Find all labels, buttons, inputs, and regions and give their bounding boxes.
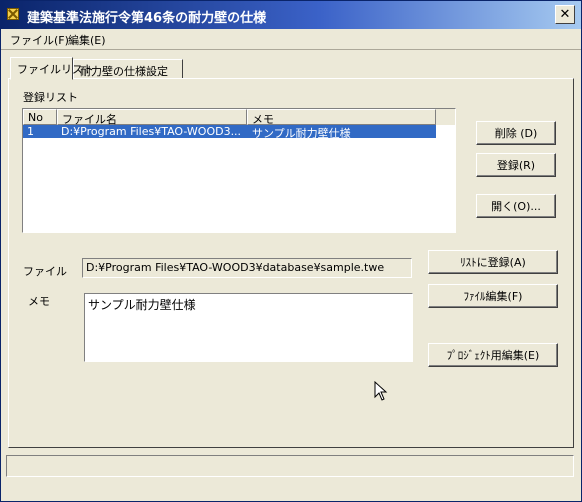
tab-file-list[interactable]: ファイルリスト bbox=[10, 57, 94, 80]
status-bar bbox=[6, 455, 574, 477]
open-button[interactable]: 開く(O)... bbox=[476, 194, 556, 218]
edit-file-button[interactable]: ﾌｧｲﾙ編集(F) bbox=[428, 284, 558, 308]
list-header: No ファイル名 メモ bbox=[23, 109, 455, 126]
column-header-no[interactable]: No bbox=[23, 109, 57, 125]
close-button[interactable]: ✕ bbox=[555, 5, 575, 24]
memo-textarea[interactable]: サンプル耐力壁仕様 bbox=[84, 293, 413, 362]
window-title: 建築基準法施行令第46条の耐力壁の仕様 bbox=[27, 11, 267, 26]
project-edit-button[interactable]: ﾌﾟﾛｼﾞｪｸﾄ用編集(E) bbox=[428, 343, 558, 367]
menu-file[interactable]: ファイル(F) bbox=[10, 32, 69, 48]
menu-edit[interactable]: 編集(E) bbox=[68, 32, 106, 48]
list-row[interactable]: 1 D:¥Program Files¥TAO-WOOD3... サンプル耐力壁仕… bbox=[23, 125, 436, 140]
row-filename: D:¥Program Files¥TAO-WOOD3... bbox=[61, 125, 242, 138]
mouse-cursor-icon bbox=[374, 381, 388, 401]
registration-list-label: 登録リスト bbox=[23, 91, 78, 104]
column-header-memo[interactable]: メモ bbox=[247, 109, 436, 126]
menu-bar: ファイル(F) 編集(E) bbox=[1, 29, 581, 50]
column-header-filename[interactable]: ファイル名 bbox=[57, 109, 247, 126]
add-to-list-button[interactable]: ﾘｽﾄに登録(A) bbox=[428, 250, 558, 274]
close-icon: ✕ bbox=[559, 7, 571, 22]
delete-button[interactable]: 削除 (D) bbox=[476, 121, 556, 145]
register-button[interactable]: 登録(R) bbox=[476, 153, 556, 177]
row-no: 1 bbox=[27, 125, 34, 138]
file-path-field[interactable]: D:¥Program Files¥TAO-WOOD3¥database¥samp… bbox=[82, 258, 412, 278]
row-memo: サンプル耐力壁仕様 bbox=[252, 127, 351, 140]
file-list-view[interactable]: No ファイル名 メモ 1 D:¥Program Files¥TAO-WOOD3… bbox=[22, 108, 456, 233]
title-bar[interactable]: 建築基準法施行令第46条の耐力壁の仕様 ✕ bbox=[1, 1, 581, 29]
memo-label: メモ bbox=[28, 295, 50, 308]
file-label: ファイル bbox=[23, 265, 67, 278]
app-icon bbox=[7, 8, 19, 20]
main-window: 建築基準法施行令第46条の耐力壁の仕様 ✕ ファイル(F) 編集(E) ファイル… bbox=[0, 0, 582, 502]
